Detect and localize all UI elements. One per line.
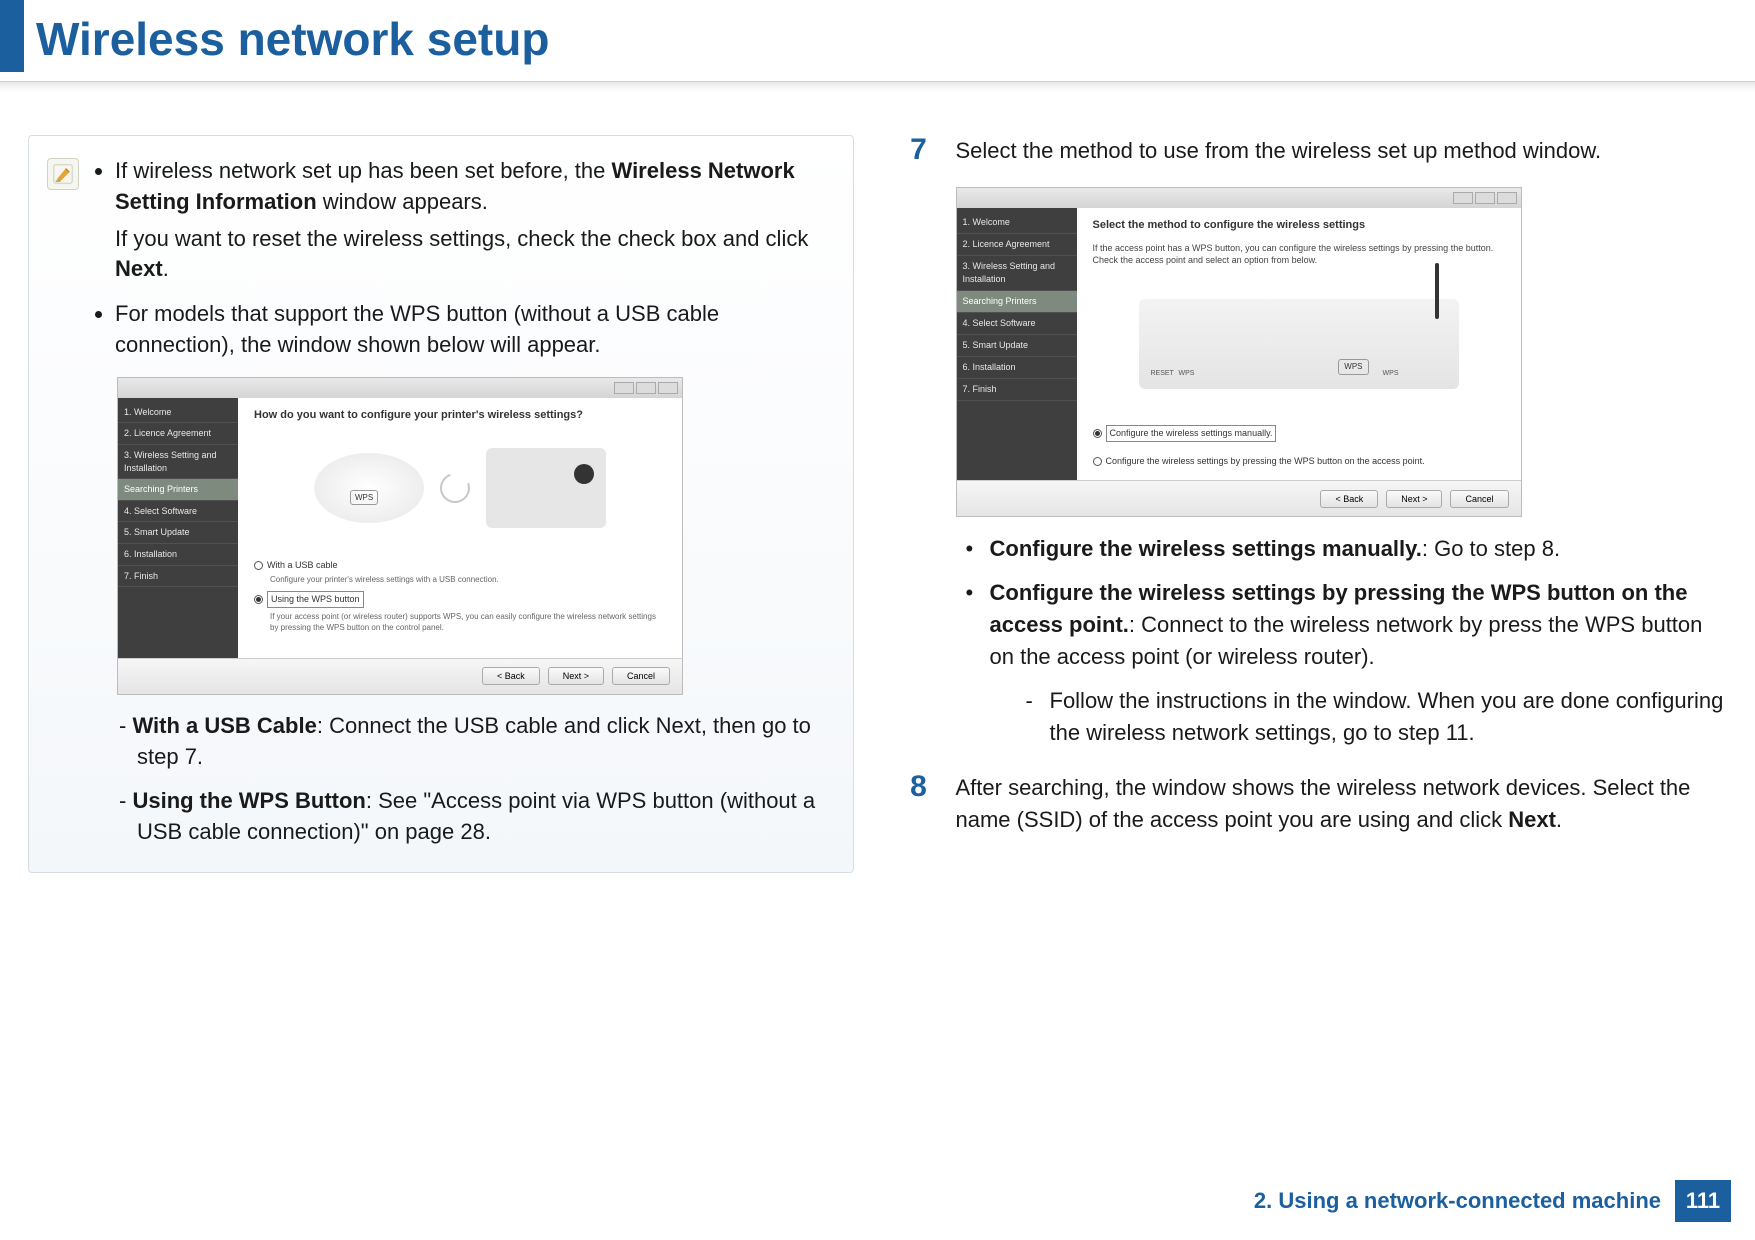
note-bullet-1: If wireless network set up has been set … xyxy=(115,156,835,285)
wizard-screenshot-2: 1. Welcome 2. Licence Agreement 3. Wirel… xyxy=(956,187,1522,517)
refresh-icon xyxy=(435,468,475,508)
wizard-step-item: 4. Select Software xyxy=(118,501,238,523)
page-footer: 2. Using a network-connected machine 111 xyxy=(1254,1180,1731,1222)
wizard-step-item: 7. Finish xyxy=(118,566,238,588)
step-number: 8 xyxy=(902,772,936,802)
note-body: If wireless network set up has been set … xyxy=(93,154,835,848)
radio-selected-icon xyxy=(254,595,263,604)
radio-selected-icon xyxy=(1093,429,1102,438)
wizard-step-item: 5. Smart Update xyxy=(118,522,238,544)
wizard-heading: Select the method to configure the wirel… xyxy=(1093,218,1505,234)
step-8-text: After searching, the window shows the wi… xyxy=(956,772,1728,836)
minimize-icon xyxy=(614,382,634,394)
step-8: 8 After searching, the window shows the … xyxy=(902,772,1728,836)
note-block: If wireless network set up has been set … xyxy=(28,135,854,873)
sub-item-usb: With a USB Cable: Connect the USB cable … xyxy=(137,711,835,773)
wizard-step-item: 3. Wireless Setting and Installation xyxy=(957,256,1077,291)
page-title: Wireless network setup xyxy=(0,0,1755,66)
footer-chapter-title: 2. Using a network-connected machine xyxy=(1254,1188,1675,1214)
wizard-step-item: 1. Welcome xyxy=(118,402,238,424)
wizard-titlebar xyxy=(957,188,1521,208)
note-sub-list: With a USB Cable: Connect the USB cable … xyxy=(119,711,835,848)
step-7-dash-item: Follow the instructions in the window. W… xyxy=(990,685,1728,749)
wizard-main-panel: How do you want to configure your printe… xyxy=(238,398,682,658)
note-icon xyxy=(47,158,79,190)
note-bullet-1-line2: If you want to reset the wireless settin… xyxy=(115,224,835,286)
wizard-step-item-active: Searching Printers xyxy=(957,291,1077,313)
maximize-icon xyxy=(636,382,656,394)
radio-icon xyxy=(1093,457,1102,466)
wizard-radio-manual: Configure the wireless settings manually… xyxy=(1093,425,1505,443)
step-7-bullet-manual: Configure the wireless settings manually… xyxy=(956,533,1728,565)
sub-item-wps: Using the WPS Button: See "Access point … xyxy=(137,786,835,848)
minimize-icon xyxy=(1453,192,1473,204)
maximize-icon xyxy=(1475,192,1495,204)
wizard-step-item: 3. Wireless Setting and Installation xyxy=(118,445,238,479)
wizard-titlebar xyxy=(118,378,682,398)
wizard-heading: How do you want to configure your printe… xyxy=(254,408,666,423)
note-bullet-2: For models that support the WPS button (… xyxy=(115,299,835,361)
step-number: 7 xyxy=(902,135,936,165)
page-number: 111 xyxy=(1675,1180,1731,1222)
step-7-intro: Select the method to use from the wirele… xyxy=(956,135,1728,167)
wizard-step-item: 1. Welcome xyxy=(957,212,1077,234)
wizard-device-illustration: WPS WPS xyxy=(254,433,666,543)
wizard-step-item-active: Searching Printers xyxy=(118,479,238,501)
wizard-button-row: < Back Next > Cancel xyxy=(957,480,1521,516)
step-7: 7 Select the method to use from the wire… xyxy=(902,135,1728,748)
cancel-button: Cancel xyxy=(612,667,670,685)
page-header: Wireless network setup xyxy=(0,0,1755,95)
back-button: < Back xyxy=(1320,490,1378,508)
wizard-description: If the access point has a WPS button, yo… xyxy=(1093,242,1505,267)
wizard-radio-press-wps: Configure the wireless settings by press… xyxy=(1093,455,1505,468)
wizard-step-item: 6. Installation xyxy=(957,357,1077,379)
next-button: Next > xyxy=(548,667,604,685)
printer-icon: WPS xyxy=(486,448,606,528)
back-button: < Back xyxy=(482,667,540,685)
left-column: If wireless network set up has been set … xyxy=(28,135,854,873)
wizard-device-illustration: RESET WPS WPS WPS xyxy=(1093,279,1505,409)
wizard-step-item: 2. Licence Agreement xyxy=(957,234,1077,256)
wizard-screenshot-1: 1. Welcome 2. Licence Agreement 3. Wirel… xyxy=(117,377,683,695)
wizard-radio-wps: Using the WPS button If your access poin… xyxy=(254,591,666,633)
radio-icon xyxy=(254,561,263,570)
wizard-button-row: < Back Next > Cancel xyxy=(118,658,682,694)
right-column: 7 Select the method to use from the wire… xyxy=(902,135,1728,873)
wizard-step-item: 4. Select Software xyxy=(957,313,1077,335)
step-7-bullets: Configure the wireless settings manually… xyxy=(956,533,1728,748)
header-divider xyxy=(0,82,1755,92)
cancel-button: Cancel xyxy=(1450,490,1508,508)
step-7-bullet-wps: Configure the wireless settings by press… xyxy=(956,577,1728,748)
router-device-icon: RESET WPS WPS WPS xyxy=(1139,299,1459,389)
wizard-radio-usb: With a USB cable Configure your printer'… xyxy=(254,559,666,585)
wizard-side-steps: 1. Welcome 2. Licence Agreement 3. Wirel… xyxy=(118,398,238,658)
wizard-main-panel: Select the method to configure the wirel… xyxy=(1077,208,1521,480)
antenna-icon xyxy=(1435,263,1439,319)
wizard-side-steps: 1. Welcome 2. Licence Agreement 3. Wirel… xyxy=(957,208,1077,480)
close-icon xyxy=(658,382,678,394)
content-columns: If wireless network set up has been set … xyxy=(0,95,1755,873)
next-button: Next > xyxy=(1386,490,1442,508)
header-tab-accent xyxy=(0,0,24,72)
close-icon xyxy=(1497,192,1517,204)
wizard-step-item: 5. Smart Update xyxy=(957,335,1077,357)
wizard-step-item: 2. Licence Agreement xyxy=(118,423,238,445)
router-icon: WPS xyxy=(314,453,424,523)
wizard-step-item: 6. Installation xyxy=(118,544,238,566)
wizard-step-item: 7. Finish xyxy=(957,379,1077,401)
